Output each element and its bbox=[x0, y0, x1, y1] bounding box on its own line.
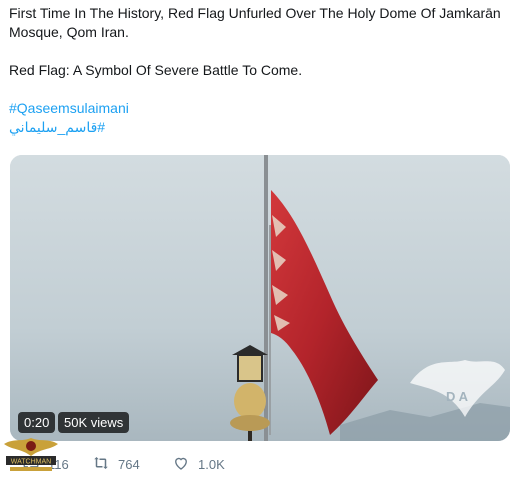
tweet-text-line: Red Flag: A Symbol Of Severe Battle To C… bbox=[9, 62, 303, 78]
video-frame: D A bbox=[10, 155, 510, 441]
retweet-button[interactable]: 764 bbox=[92, 454, 140, 475]
retweet-icon bbox=[92, 454, 110, 475]
retweet-count: 764 bbox=[118, 457, 140, 472]
watermark-text: D A bbox=[446, 389, 469, 404]
like-button[interactable]: 1.0K bbox=[172, 454, 225, 475]
like-count: 1.0K bbox=[198, 457, 225, 472]
video-duration: 0:20 bbox=[18, 412, 56, 433]
lamp-glass bbox=[237, 354, 263, 382]
flag-rope bbox=[269, 225, 271, 435]
hashtag-link[interactable]: #Qaseemsulaimani bbox=[9, 99, 504, 118]
tweet-body: First Time In The History, Red Flag Unfu… bbox=[9, 4, 504, 137]
lamp-base bbox=[234, 383, 266, 419]
tweet-text-line: Mosque, Qom Iran. bbox=[9, 24, 129, 40]
lamp-base-ring bbox=[230, 415, 270, 431]
hashtag-link-arabic[interactable]: #قاسم_سليماني bbox=[9, 118, 504, 137]
heart-icon bbox=[172, 454, 190, 475]
overlay-forum-logo: WATCHMAN bbox=[0, 434, 62, 477]
video-view-count: 50K views bbox=[58, 412, 130, 433]
video-player[interactable]: D A 0:20 50K views bbox=[10, 155, 510, 441]
tweet-actions: 116 764 1.0K bbox=[0, 448, 510, 477]
tweet-text-line: First Time In The History, Red Flag Unfu… bbox=[9, 5, 501, 21]
overlay-logo-text: WATCHMAN bbox=[11, 459, 51, 466]
